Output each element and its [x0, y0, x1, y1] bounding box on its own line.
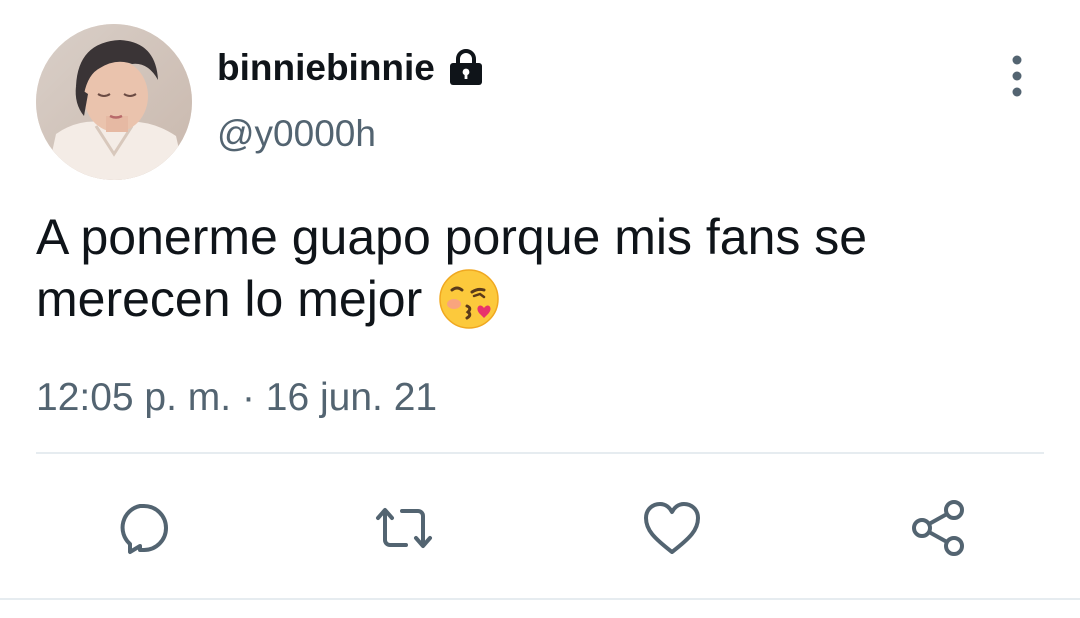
tweet-text-line: A ponerme guapo porque mis fans se: [36, 206, 1036, 268]
avatar[interactable]: [36, 24, 192, 180]
like-button[interactable]: [640, 496, 704, 560]
divider-bottom: [0, 598, 1080, 600]
retweet-button[interactable]: [372, 496, 436, 560]
user-name-row[interactable]: binniebinnie: [217, 44, 487, 92]
more-vertical-icon: [1012, 55, 1022, 97]
avatar-image: [36, 24, 192, 180]
tweet-text-line: merecen lo mejor: [36, 268, 1036, 330]
lock-icon: [445, 47, 487, 89]
reply-button[interactable]: [110, 496, 174, 560]
more-options-button[interactable]: [998, 52, 1036, 100]
share-icon: [912, 500, 964, 556]
tweet-text-line-2: merecen lo mejor: [36, 271, 423, 327]
tweet-text-line-1: A ponerme guapo porque mis fans se: [36, 209, 868, 265]
display-name[interactable]: binniebinnie: [217, 44, 435, 92]
tweet-text: A ponerme guapo porque mis fans se merec…: [36, 206, 1036, 330]
face-blowing-kiss-emoji: [438, 268, 500, 330]
tweet-timestamp[interactable]: 12:05 p. m. · 16 jun. 21: [36, 374, 437, 422]
share-button[interactable]: [906, 496, 970, 560]
retweet-icon: [376, 508, 432, 548]
reply-icon: [120, 504, 168, 554]
user-handle[interactable]: @y0000h: [217, 110, 376, 158]
divider: [36, 452, 1044, 454]
heart-icon: [644, 502, 700, 554]
